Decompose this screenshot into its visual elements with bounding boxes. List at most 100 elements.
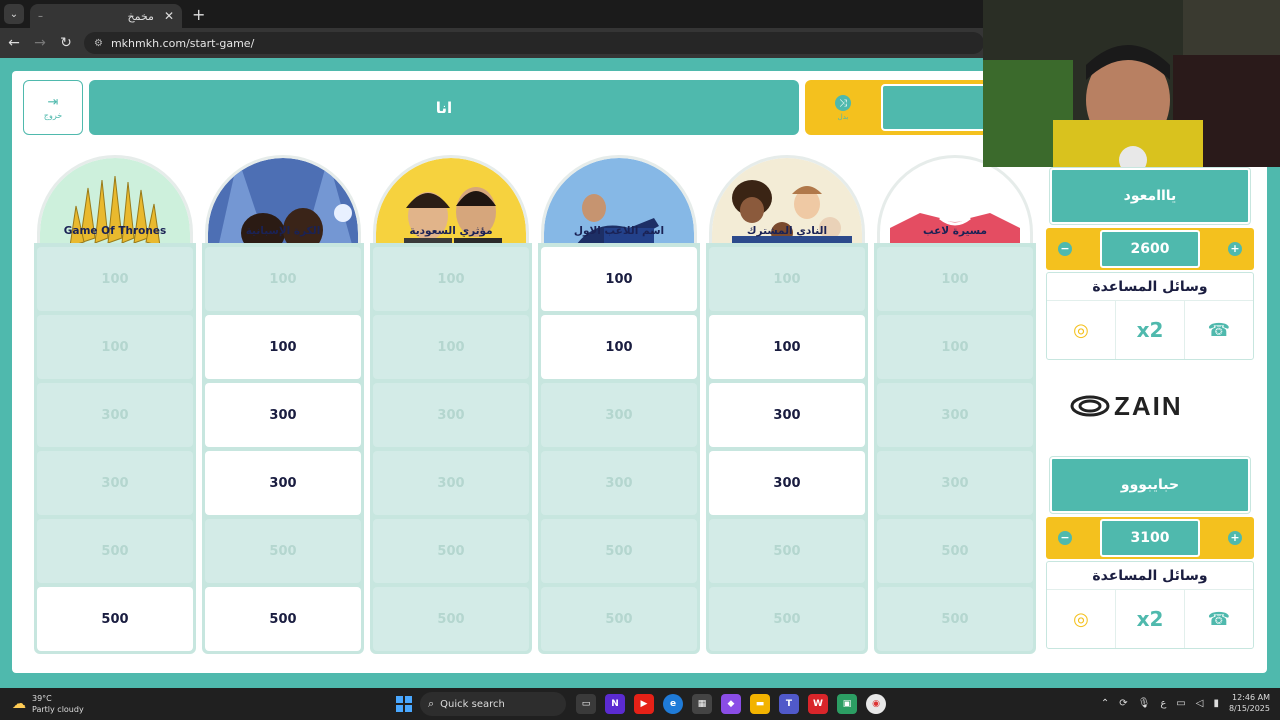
question-cell[interactable]: 500 — [205, 587, 361, 651]
youtube-icon[interactable]: ▶ — [634, 694, 654, 714]
address-bar[interactable]: ⚙ mkhmkh.com/start-game/ — [84, 32, 984, 54]
tab-search-dropdown[interactable]: ⌄ — [4, 4, 24, 24]
microphone-icon[interactable]: 🎙 — [1138, 698, 1151, 709]
clock[interactable]: 12:46 AM 8/15/2025 — [1229, 692, 1270, 714]
team-name: حبايبووو — [1049, 456, 1251, 514]
quick-search[interactable]: ⌕ Quick search — [420, 692, 566, 716]
question-cell[interactable]: 100 — [709, 315, 865, 379]
question-cell[interactable]: 300 — [709, 451, 865, 515]
category-column: الكرة الإسبانية 100 100 300 300 500 500 — [202, 153, 364, 654]
question-cell[interactable]: 100 — [205, 315, 361, 379]
reload-button[interactable]: ↻ — [54, 35, 78, 51]
category-header[interactable]: Game Of Thrones — [34, 153, 196, 243]
shuffle-icon: ⤨ — [835, 95, 851, 111]
help-tool-timer[interactable]: ◎ — [1047, 590, 1115, 648]
new-tab-button[interactable]: + — [192, 5, 205, 24]
help-tool-double[interactable]: x2 — [1115, 301, 1184, 359]
question-cell[interactable]: 100 — [541, 247, 697, 311]
help-tool-double[interactable]: x2 — [1115, 590, 1184, 648]
input-language[interactable]: ع — [1160, 698, 1166, 709]
question-cell: 100 — [373, 247, 529, 311]
question-cell: 500 — [709, 587, 865, 651]
edge-icon[interactable]: e — [663, 694, 683, 714]
phone-person-icon: ☎ — [1207, 319, 1231, 341]
category-name: Game Of Thrones — [63, 225, 167, 237]
switch-turn-button[interactable]: ⤨ بدل — [823, 88, 863, 128]
chrome-icon[interactable]: ◉ — [866, 694, 886, 714]
category-header[interactable]: النادي المشترك — [706, 153, 868, 243]
clock-date: 8/15/2025 — [1228, 704, 1270, 713]
store-icon[interactable]: ▦ — [692, 694, 712, 714]
team-panel-2: حبايبووو − 3100 + وسائل المساعدة ◎ x2 ☎ — [1046, 456, 1254, 649]
site-info-icon[interactable]: ⚙ — [94, 38, 103, 49]
help-tool-call-friend[interactable]: ☎ — [1184, 301, 1253, 359]
chevron-up-icon[interactable]: ⌃ — [1101, 698, 1109, 709]
question-cell: 100 — [37, 315, 193, 379]
category-name: اسم اللاعب الاول — [573, 225, 665, 237]
question-cell[interactable]: 300 — [205, 451, 361, 515]
teams-icon[interactable]: T — [779, 694, 799, 714]
help-tool-call-friend[interactable]: ☎ — [1184, 590, 1253, 648]
task-view-icon[interactable]: ▭ — [576, 694, 596, 714]
question-cell: 100 — [373, 315, 529, 379]
tab-title: مخمخ — [127, 9, 154, 23]
streamer-video — [983, 0, 1280, 167]
battery-icon[interactable]: ▮ — [1213, 698, 1219, 709]
weather-widget[interactable]: ☁ 39°C Partly cloudy — [12, 693, 84, 715]
question-cell[interactable]: 300 — [709, 383, 865, 447]
volume-icon[interactable]: ◁ — [1196, 698, 1204, 709]
sync-icon[interactable]: ⟳ — [1119, 698, 1127, 709]
phone-person-icon: ☎ — [1207, 608, 1231, 630]
question-cell[interactable]: 500 — [37, 587, 193, 651]
score-row: − 3100 + — [1046, 517, 1254, 559]
exit-button[interactable]: ⇥ خروج — [23, 80, 83, 135]
question-cell[interactable]: 100 — [541, 315, 697, 379]
back-button[interactable]: ← — [2, 35, 26, 51]
category-header[interactable]: اسم اللاعب الاول — [538, 153, 700, 243]
help-tools: وسائل المساعدة ◎ x2 ☎ — [1046, 272, 1254, 360]
switch-turn-box: ⤨ بدل — [805, 80, 995, 135]
wps-icon[interactable]: W — [808, 694, 828, 714]
help-tool-timer[interactable]: ◎ — [1047, 301, 1115, 359]
question-cell: 100 — [877, 315, 1033, 379]
question-cell: 300 — [37, 383, 193, 447]
category-name: النادي المشترك — [746, 225, 828, 237]
network-icon[interactable]: ▭ — [1176, 698, 1185, 709]
question-cells: 100 100 300 300 500 500 — [874, 243, 1036, 654]
file-explorer-icon[interactable]: ▬ — [750, 694, 770, 714]
category-header[interactable]: مؤثري السعودية — [370, 153, 532, 243]
question-cell: 500 — [373, 519, 529, 583]
category-header[interactable]: الكرة الإسبانية — [202, 153, 364, 243]
tab-close-button[interactable]: ✕ — [164, 9, 174, 23]
score-decrease-button[interactable]: − — [1058, 531, 1072, 545]
question-cell: 300 — [877, 383, 1033, 447]
browser-tab[interactable]: – مخمخ ✕ — [30, 4, 182, 28]
search-icon: ⌕ — [428, 697, 435, 710]
team-name: يااامعود — [1049, 167, 1251, 225]
category-column: مسيرة لاعب 100 100 300 300 500 500 — [874, 153, 1036, 654]
score-decrease-button[interactable]: − — [1058, 242, 1072, 256]
switch-turn-display — [881, 84, 995, 131]
question-cell: 100 — [37, 247, 193, 311]
x2-icon: x2 — [1136, 607, 1164, 631]
question-cell: 500 — [205, 519, 361, 583]
question-cell[interactable]: 300 — [205, 383, 361, 447]
question-cell: 300 — [373, 383, 529, 447]
category-column: النادي المشترك 100 100 300 300 500 500 — [706, 153, 868, 654]
exit-icon: ⇥ — [47, 94, 59, 110]
start-button[interactable] — [396, 696, 412, 712]
question-cell: 500 — [709, 519, 865, 583]
question-cell: 500 — [373, 587, 529, 651]
question-cells: 100 100 300 300 500 500 — [202, 243, 364, 654]
team-score: 2600 — [1100, 230, 1200, 268]
question-cell: 100 — [205, 247, 361, 311]
score-increase-button[interactable]: + — [1228, 242, 1242, 256]
category-column: Game Of Thrones 100 100 300 300 500 500 — [34, 153, 196, 654]
x2-icon: x2 — [1136, 318, 1164, 342]
forward-button[interactable]: → — [28, 35, 52, 51]
next-app-icon[interactable]: N — [605, 694, 625, 714]
question-cell: 300 — [37, 451, 193, 515]
copilot-icon[interactable]: ◆ — [721, 694, 741, 714]
terminal-icon[interactable]: ▣ — [837, 694, 857, 714]
score-increase-button[interactable]: + — [1228, 531, 1242, 545]
